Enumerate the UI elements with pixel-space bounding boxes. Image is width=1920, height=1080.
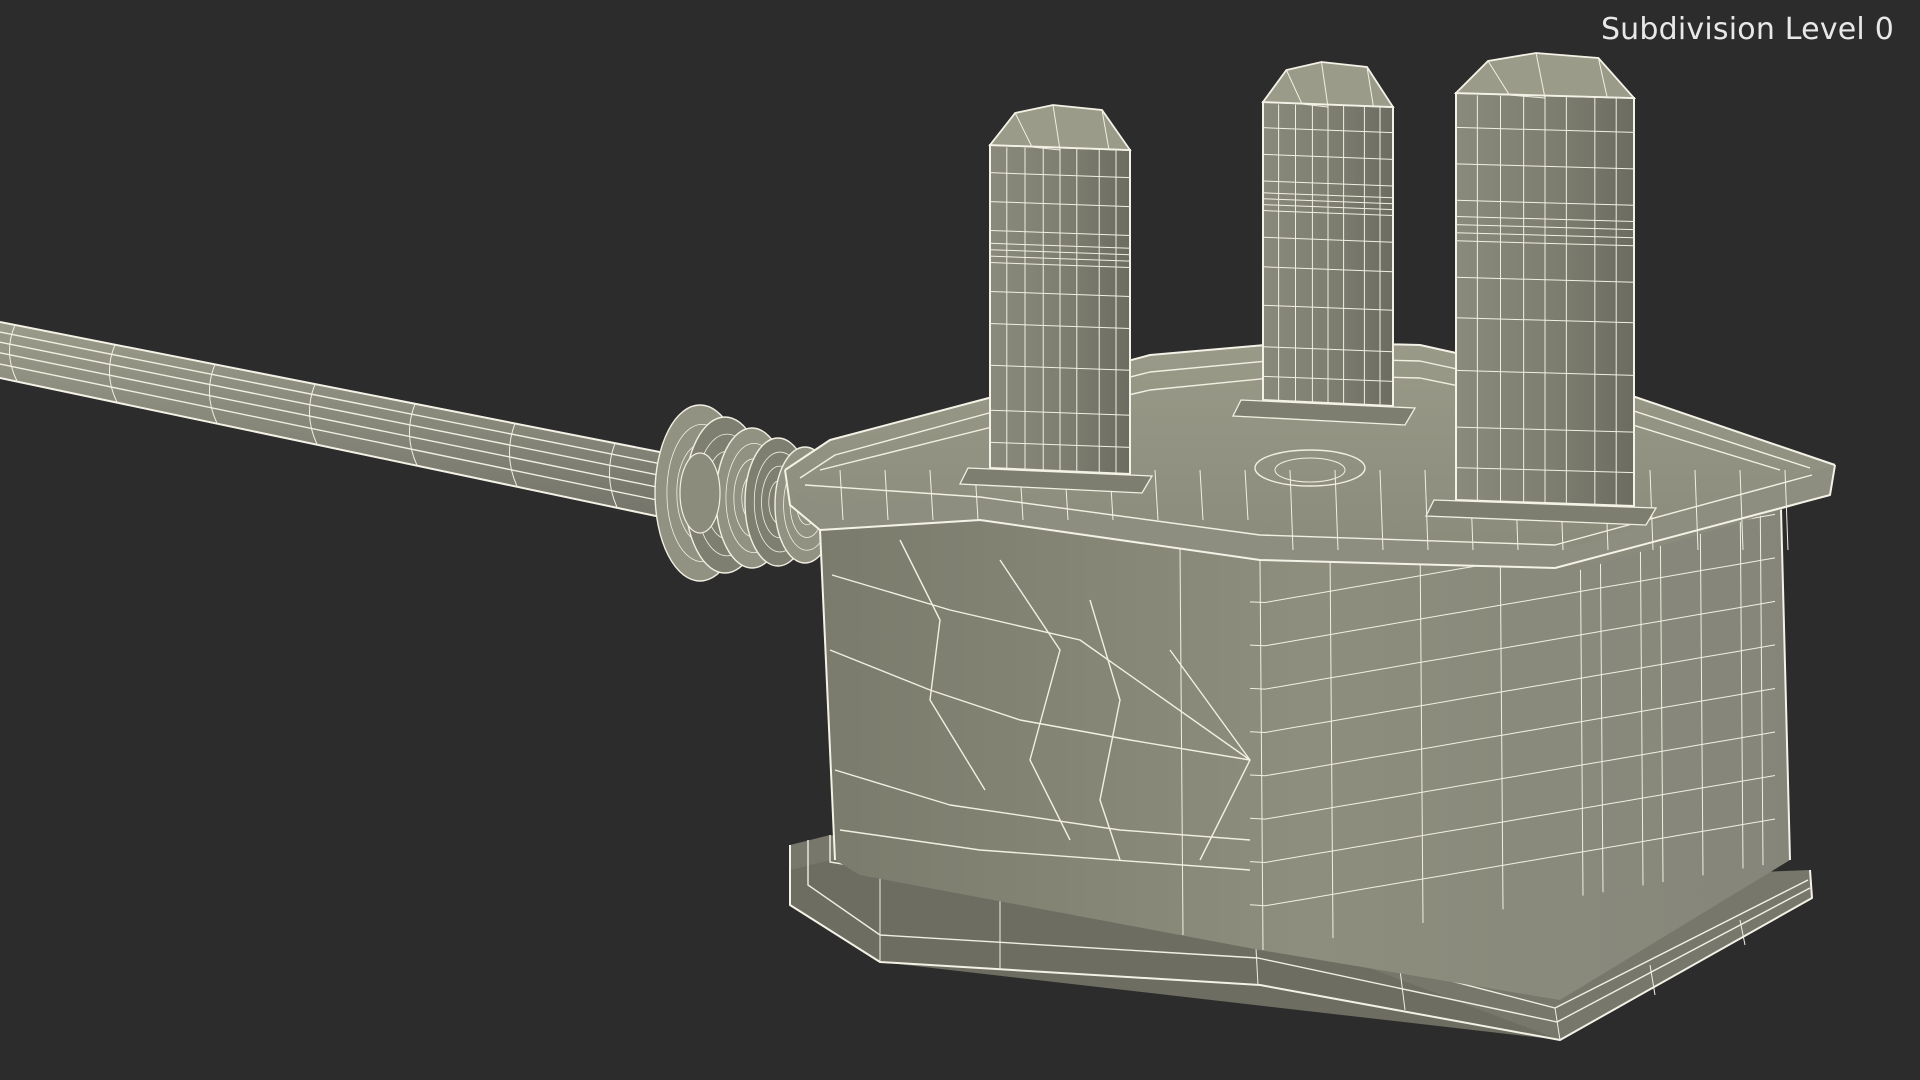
cable (0, 321, 676, 521)
plug-wireframe-model (0, 52, 1836, 1041)
pin-right (1424, 52, 1658, 526)
3d-viewport[interactable]: Subdivision Level 0 (0, 0, 1920, 1080)
subdivision-level-label: Subdivision Level 0 (1600, 12, 1894, 47)
